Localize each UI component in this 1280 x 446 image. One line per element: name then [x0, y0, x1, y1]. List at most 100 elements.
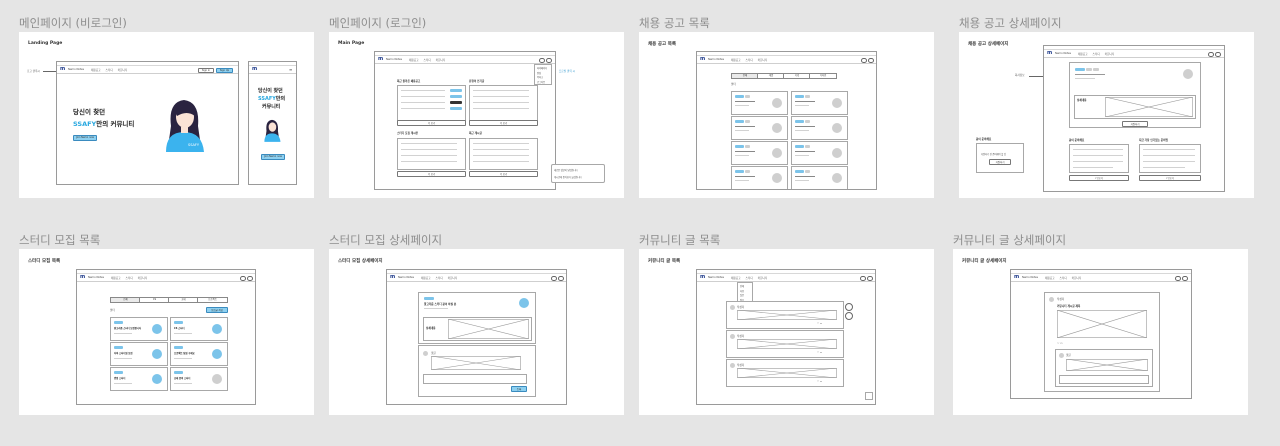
nav-link-study[interactable]: 스터디	[746, 277, 753, 280]
nav-link-study[interactable]: 스터디	[1060, 277, 1067, 280]
nav-link-jobs[interactable]: 채용공고	[1045, 277, 1055, 280]
nav-link-jobs[interactable]: 채용공고	[731, 59, 741, 62]
scroll-top-button[interactable]	[865, 392, 873, 400]
tab-all[interactable]: 전체	[110, 297, 141, 303]
like-comment-icons[interactable]: ♡ ▭	[817, 380, 822, 383]
side-apply-button[interactable]: 지원하기	[989, 159, 1011, 165]
community-post[interactable]: 작성자 ♡ ▭	[726, 330, 844, 358]
job-card[interactable]	[791, 166, 848, 189]
dropdown-item-logout[interactable]: 로그아웃	[537, 80, 545, 84]
study-card[interactable]: 면접 스터디	[110, 367, 168, 391]
nav-link-community[interactable]: 커뮤니티	[118, 69, 128, 72]
notification-icon[interactable]	[1175, 275, 1181, 281]
login-button[interactable]: Sign in	[198, 67, 214, 73]
study-card[interactable]: 알고리즘 스터디 모집합니다	[110, 317, 168, 341]
nav-link-community[interactable]: 커뮤니티	[436, 59, 446, 62]
job-card[interactable]	[731, 116, 788, 140]
job-card[interactable]	[791, 91, 848, 115]
tab-project[interactable]: 프로젝트	[197, 297, 228, 303]
like-comment-icons[interactable]: ♡ ▭	[1057, 342, 1063, 345]
notification-icon[interactable]	[861, 57, 867, 63]
jobs-more-button[interactable]: 더 보기	[397, 120, 466, 126]
tab-all[interactable]: 전체	[731, 73, 759, 79]
logo-icon[interactable]: m	[390, 275, 395, 280]
nav-link-community[interactable]: 커뮤니티	[448, 277, 458, 280]
study-card[interactable]: CS 스터디	[170, 317, 228, 341]
nav-link-jobs[interactable]: 채용공고	[731, 277, 741, 280]
community-post[interactable]: 작성자 ♡ ▭	[726, 301, 844, 329]
study-more-button[interactable]: 더 보기	[397, 171, 466, 177]
nav-link-jobs[interactable]: 채용공고	[409, 59, 419, 62]
comment-input[interactable]	[1059, 375, 1149, 384]
logo-icon[interactable]: m	[80, 275, 85, 280]
job-card[interactable]	[731, 91, 788, 115]
join-cta-button[interactable]: Join Nemo now	[73, 135, 97, 141]
category-item-question[interactable]: 질문	[740, 293, 744, 297]
like-comment-icons[interactable]: ♡ ▭	[817, 322, 822, 325]
nav-link-jobs[interactable]: 채용공고	[1078, 53, 1088, 56]
nav-link-community[interactable]: 커뮤니티	[758, 277, 768, 280]
profile-icon[interactable]	[558, 275, 564, 281]
nav-link-jobs[interactable]: 채용공고	[421, 277, 431, 280]
logo-icon[interactable]: m	[1047, 51, 1052, 56]
profile-icon[interactable]	[546, 57, 552, 63]
refresh-icon[interactable]	[845, 312, 853, 320]
write-recruit-button[interactable]: 모집글 작성	[206, 307, 228, 313]
nav-link-study[interactable]: 스터디	[1093, 53, 1100, 56]
logo-icon[interactable]: m	[700, 57, 705, 62]
mobile-join-cta-button[interactable]: Join Nemo now	[261, 154, 285, 160]
write-post-icon[interactable]	[845, 303, 853, 311]
mobile-logo-icon[interactable]: m	[252, 67, 257, 72]
tab-cs[interactable]: CS	[139, 297, 170, 303]
nav-link-study[interactable]: 스터디	[436, 277, 443, 280]
filter-label[interactable]: 필터	[731, 82, 736, 86]
logo-icon[interactable]: m	[378, 57, 383, 62]
nav-link-jobs[interactable]: 채용공고	[111, 277, 121, 280]
signup-button[interactable]: Sign Up	[216, 67, 233, 73]
dropdown-item-bookmark[interactable]: 북마크	[537, 75, 543, 79]
nav-link-community[interactable]: 커뮤니티	[1072, 277, 1082, 280]
popular-more-button[interactable]: 더 보기	[1139, 175, 1201, 181]
nav-link-community[interactable]: 커뮤니티	[758, 59, 768, 62]
nav-link-study[interactable]: 스터디	[746, 59, 753, 62]
study-card[interactable]: 코테 준비 스터디	[170, 367, 228, 391]
popular-more-button[interactable]: 더 보기	[469, 120, 538, 126]
nav-link-study[interactable]: 스터디	[106, 69, 113, 72]
tab-plan[interactable]: 기획	[783, 73, 811, 79]
tab-coding-test[interactable]: 코테	[168, 297, 199, 303]
profile-icon[interactable]	[1215, 51, 1221, 57]
category-item-all[interactable]: 전체	[740, 284, 744, 288]
hamburger-icon[interactable]: ≡	[289, 67, 292, 72]
comment-input[interactable]	[423, 374, 527, 384]
job-card[interactable]	[731, 166, 788, 189]
nav-link-jobs[interactable]: 채용공고	[91, 69, 101, 72]
notification-icon[interactable]	[551, 275, 557, 281]
notification-icon[interactable]	[539, 57, 545, 63]
profile-icon[interactable]	[1182, 275, 1188, 281]
logo-icon[interactable]: m	[1014, 275, 1019, 280]
job-card[interactable]	[791, 116, 848, 140]
profile-icon[interactable]	[247, 275, 253, 281]
job-card[interactable]	[791, 141, 848, 165]
notification-icon[interactable]	[860, 275, 866, 281]
profile-icon[interactable]	[867, 275, 873, 281]
like-comment-icons[interactable]: ♡ ▭	[817, 351, 822, 354]
prepare-more-button[interactable]: 더 보기	[1069, 175, 1129, 181]
comment-submit-button[interactable]: 등록	[511, 386, 527, 392]
apply-button[interactable]: 지원하기	[1122, 121, 1148, 127]
nav-link-study[interactable]: 스터디	[126, 277, 133, 280]
profile-icon[interactable]	[868, 57, 874, 63]
category-item-free[interactable]: 자유	[740, 289, 744, 293]
nav-link-community[interactable]: 커뮤니티	[138, 277, 148, 280]
study-card[interactable]: 자바 스터디원 모집	[110, 342, 168, 366]
study-card[interactable]: 프로젝트 팀원 구해요	[170, 342, 228, 366]
recent-more-button[interactable]: 더 보기	[469, 171, 538, 177]
nav-link-study[interactable]: 스터디	[424, 59, 431, 62]
job-card[interactable]	[731, 141, 788, 165]
logo-icon[interactable]: m	[700, 275, 705, 280]
dropdown-item-mypage[interactable]: 마이페이지	[537, 66, 547, 70]
tab-design[interactable]: 디자인	[809, 73, 837, 79]
nav-link-community[interactable]: 커뮤니티	[1105, 53, 1115, 56]
filter-label[interactable]: 필터	[110, 308, 115, 312]
tab-dev[interactable]: 개발	[757, 73, 785, 79]
